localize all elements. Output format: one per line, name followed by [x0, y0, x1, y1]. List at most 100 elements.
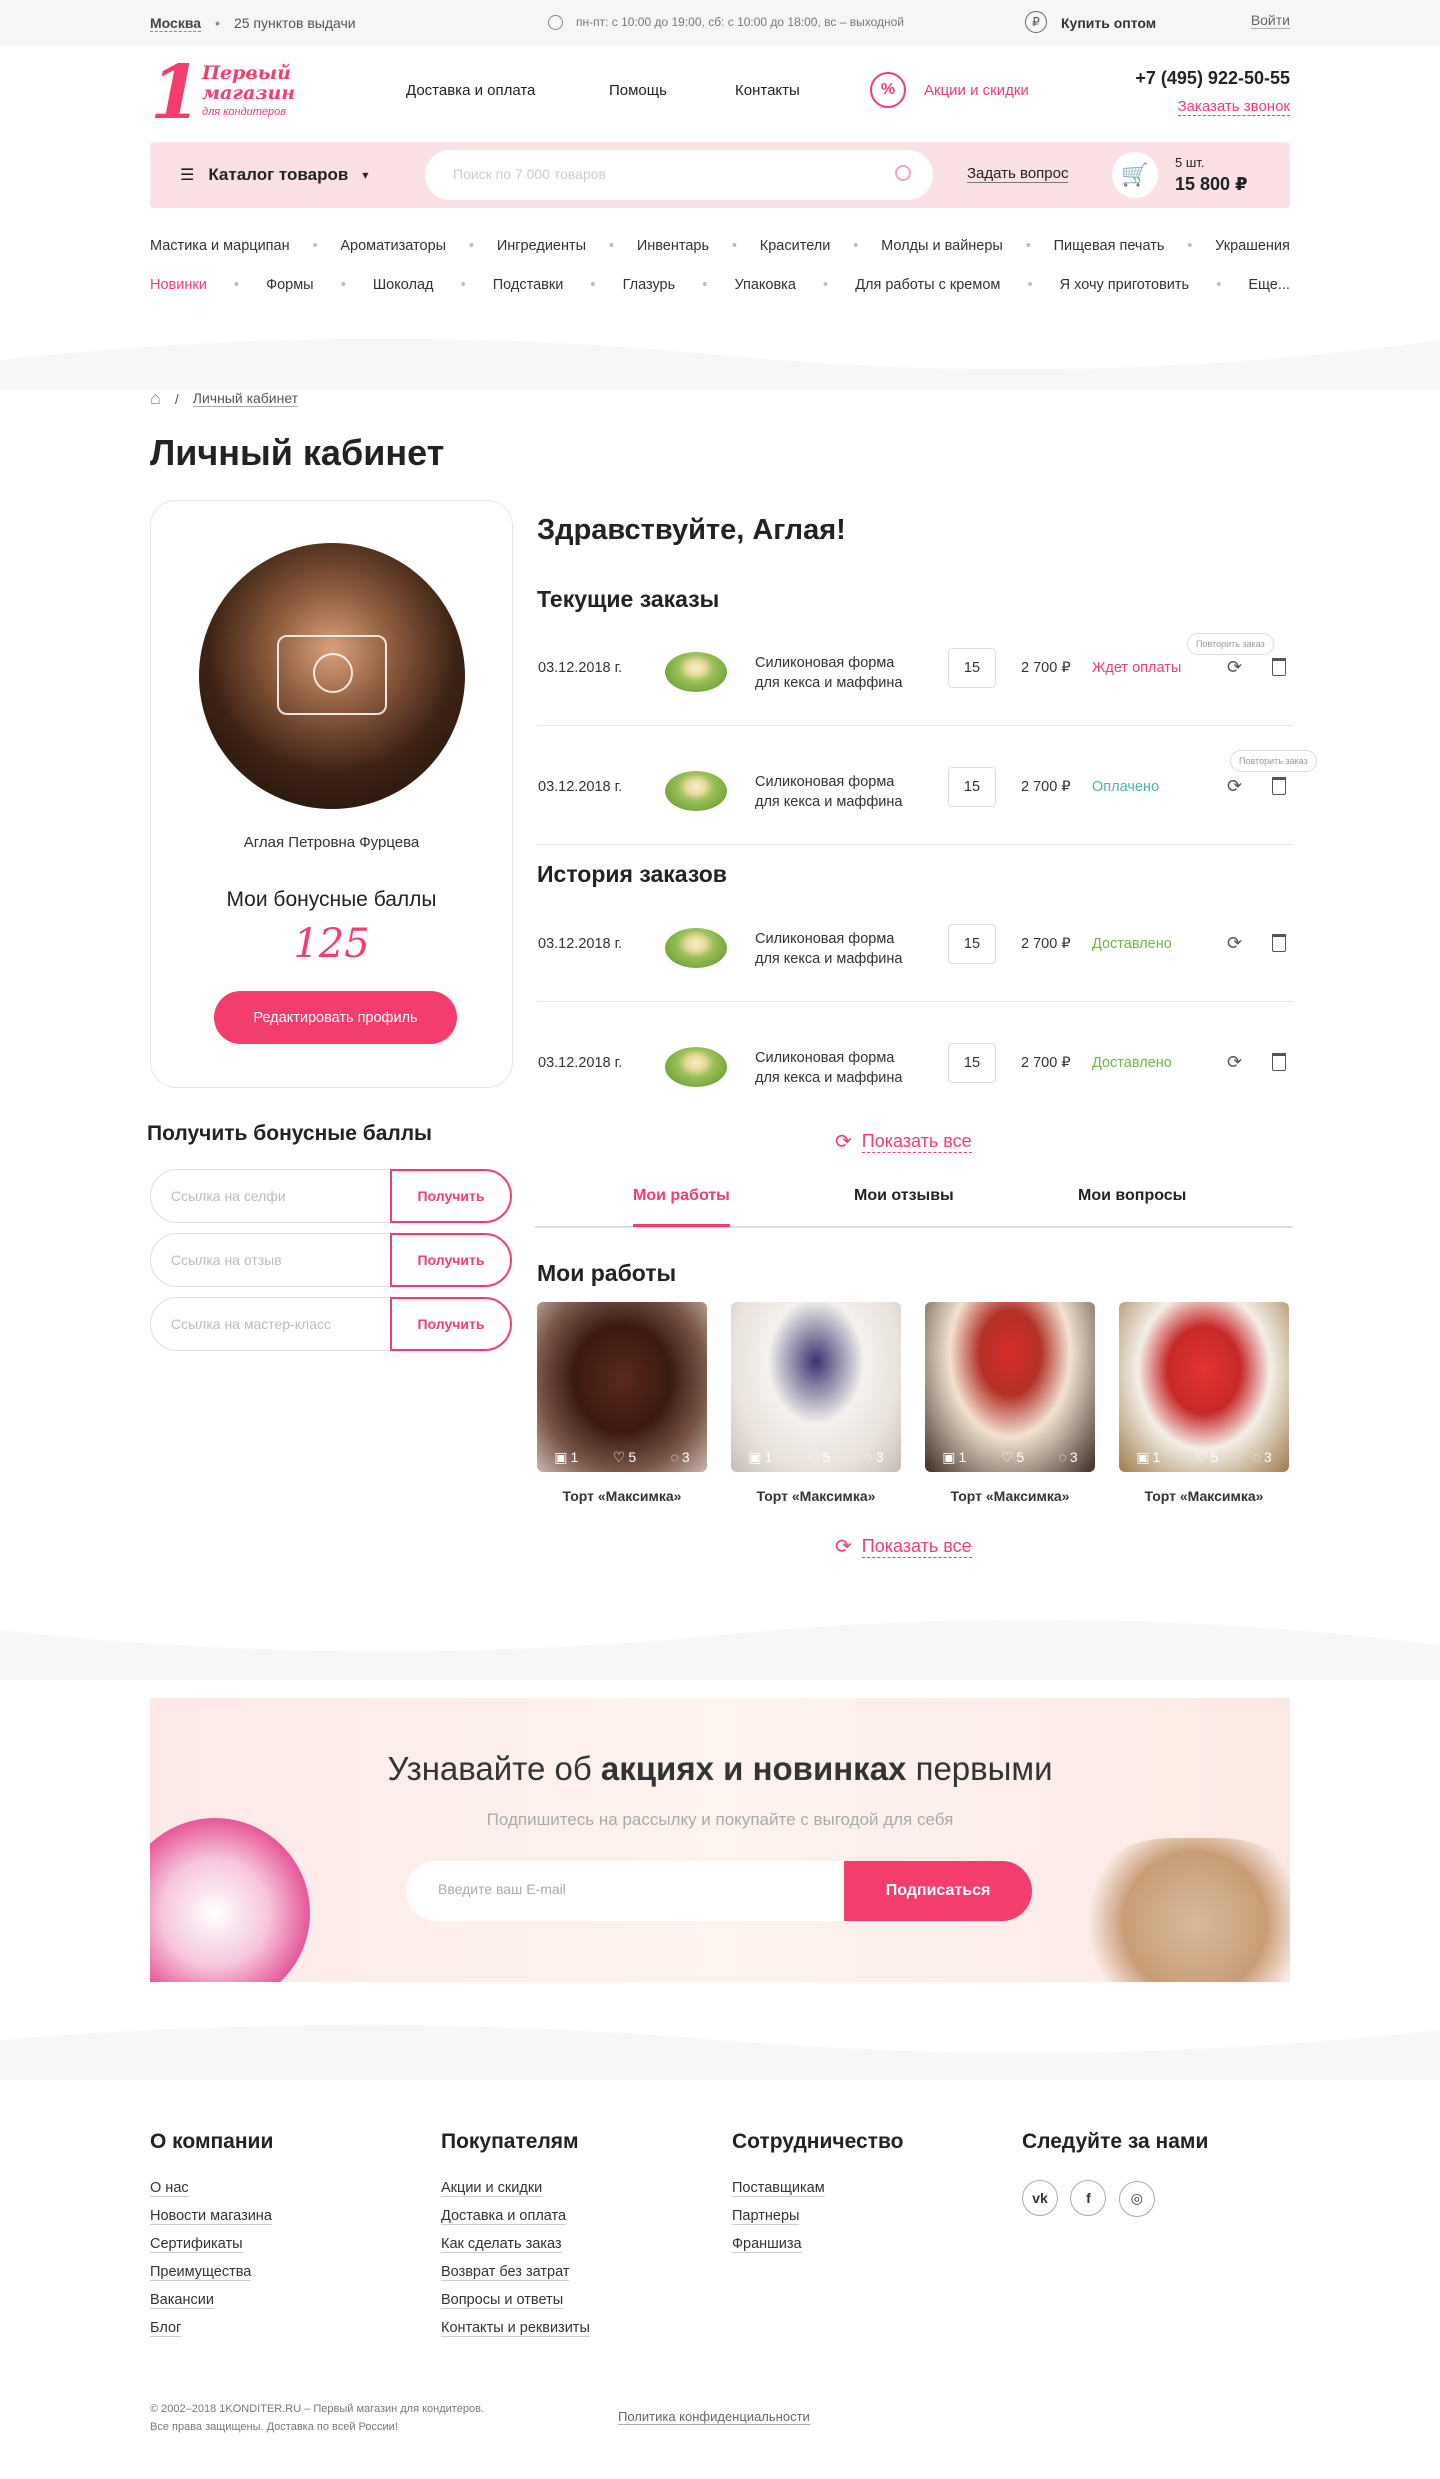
quantity-field[interactable]: 15 [948, 648, 996, 688]
nav-help[interactable]: Помощь [609, 82, 667, 99]
footer-link[interactable]: Сертификаты [150, 2236, 273, 2253]
footer-link[interactable]: Вакансии [150, 2292, 273, 2309]
wholesale-link[interactable]: Купить оптом [1061, 15, 1156, 31]
repeat-icon[interactable]: ⟳ [1227, 777, 1245, 795]
footer-link[interactable]: Акции и скидки [441, 2180, 590, 2197]
footer-partners: Сотрудничество Поставщикам Партнеры Франшиз… [732, 2130, 903, 2264]
catalog-button[interactable]: ☰ Каталог товаров ▾ [180, 142, 368, 208]
bonus-link-input[interactable]: Ссылка на селфи [150, 1169, 390, 1223]
work-card[interactable]: ▣ 1 ♡ 5 ◌ 3 Торт «Максимка» [731, 1302, 901, 1504]
vk-icon[interactable]: vk [1022, 2180, 1058, 2216]
category-link[interactable]: Для работы с кремом [855, 277, 1000, 293]
facebook-icon[interactable]: f [1070, 2180, 1107, 2216]
product-name[interactable]: Силиконовая форма для кекса и маффина [755, 1048, 902, 1088]
orders-show-all[interactable]: ⟳ Показать все [835, 1129, 972, 1154]
footer-link[interactable]: Контакты и реквизиты [441, 2320, 590, 2337]
get-bonus-button[interactable]: Получить [390, 1297, 512, 1351]
works-show-all[interactable]: ⟳ Показать все [835, 1534, 972, 1559]
bonus-link-input[interactable]: Ссылка на мастер-класс [150, 1297, 390, 1351]
cart-icon[interactable]: 🛒 [1112, 152, 1158, 198]
category-link[interactable]: Ингредиенты [497, 238, 586, 254]
product-thumbnail[interactable] [657, 646, 735, 698]
email-input-extension[interactable] [706, 1861, 844, 1921]
privacy-link[interactable]: Политика конфиденциальности [618, 2409, 810, 2425]
edit-profile-button[interactable]: Редактировать профиль [214, 991, 457, 1044]
footer-link[interactable]: Доставка и оплата [441, 2208, 590, 2225]
category-link[interactable]: Шоколад [373, 277, 434, 293]
repeat-icon[interactable]: ⟳ [1227, 1053, 1245, 1071]
category-link[interactable]: Я хочу приготовить [1060, 277, 1189, 293]
bonus-link-input[interactable]: Ссылка на отзыв [150, 1233, 390, 1287]
work-image[interactable]: ▣ 1 ♡ 5 ◌ 3 [731, 1302, 901, 1472]
footer-link[interactable]: Возврат без затрат [441, 2264, 590, 2281]
footer-link-label: Новости магазина [150, 2208, 272, 2225]
home-icon[interactable]: ⌂ [150, 388, 161, 409]
footer-link[interactable]: Поставщикам [732, 2180, 903, 2197]
subscribe-button[interactable]: Подписаться [844, 1861, 1032, 1921]
get-bonus-button[interactable]: Получить [390, 1169, 512, 1223]
search-icon[interactable] [895, 165, 911, 181]
category-link[interactable]: Красители [760, 238, 831, 254]
city-select[interactable]: Москва [150, 15, 202, 32]
footer-link[interactable]: Преимущества [150, 2264, 273, 2281]
tab-works[interactable]: Мои работы [633, 1187, 730, 1227]
trash-icon[interactable] [1272, 1053, 1286, 1071]
nav-contacts[interactable]: Контакты [735, 82, 800, 99]
work-image[interactable]: ▣ 1 ♡ 5 ◌ 3 [925, 1302, 1095, 1472]
footer-link[interactable]: О нас [150, 2180, 273, 2197]
ask-question-link[interactable]: Задать вопрос [967, 165, 1069, 183]
product-name[interactable]: Силиконовая форма для кекса и маффина [755, 929, 902, 969]
work-card[interactable]: ▣ 1 ♡ 5 ◌ 3 Торт «Максимка» [1119, 1302, 1289, 1504]
repeat-icon[interactable]: ⟳ [1227, 658, 1245, 676]
category-link[interactable]: Формы [266, 277, 314, 293]
footer-link[interactable]: Блог [150, 2320, 273, 2337]
category-link[interactable]: Молды и вайнеры [881, 238, 1003, 254]
category-link[interactable]: Пищевая печать [1054, 238, 1165, 254]
category-link[interactable]: Ароматизаторы [340, 238, 446, 254]
work-image[interactable]: ▣ 1 ♡ 5 ◌ 3 [537, 1302, 707, 1472]
login-link[interactable]: Войти [1250, 12, 1290, 29]
category-link[interactable]: Новинки [150, 277, 207, 293]
trash-icon[interactable] [1272, 777, 1286, 795]
footer-link[interactable]: Партнеры [732, 2208, 903, 2225]
footer-link[interactable]: Как сделать заказ [441, 2236, 590, 2253]
product-thumbnail[interactable] [657, 765, 735, 817]
work-card[interactable]: ▣ 1 ♡ 5 ◌ 3 Торт «Максимка» [925, 1302, 1095, 1504]
breadcrumb-current[interactable]: Личный кабинет [192, 390, 299, 407]
product-thumbnail[interactable] [657, 1041, 735, 1093]
work-card[interactable]: ▣ 1 ♡ 5 ◌ 3 Торт «Максимка» [537, 1302, 707, 1504]
pickup-points-link[interactable]: 25 пунктов выдачи [234, 15, 356, 31]
email-input[interactable]: Введите ваш E-mail [406, 1861, 706, 1921]
get-bonus-button[interactable]: Получить [390, 1233, 512, 1287]
tab-reviews[interactable]: Мои отзывы [854, 1187, 954, 1205]
footer-link[interactable]: Новости магазина [150, 2208, 273, 2225]
avatar[interactable] [199, 543, 465, 809]
nav-delivery[interactable]: Доставка и оплата [406, 82, 535, 99]
category-link[interactable]: Глазурь [623, 277, 676, 293]
trash-icon[interactable] [1272, 658, 1286, 676]
repeat-icon[interactable]: ⟳ [1227, 934, 1245, 952]
quantity-field[interactable]: 15 [948, 924, 996, 964]
footer-link[interactable]: Вопросы и ответы [441, 2292, 590, 2309]
phone[interactable]: +7 (495) 922-50-55 [1135, 68, 1290, 89]
product-name[interactable]: Силиконовая форма для кекса и маффина [755, 772, 902, 812]
tab-questions[interactable]: Мои вопросы [1078, 1187, 1186, 1205]
work-image[interactable]: ▣ 1 ♡ 5 ◌ 3 [1119, 1302, 1289, 1472]
category-link[interactable]: Инвентарь [637, 238, 709, 254]
nav-promo[interactable]: Акции и скидки [924, 82, 1029, 99]
category-link[interactable]: Еще... [1248, 277, 1290, 293]
category-link[interactable]: Мастика и марципан [150, 238, 290, 254]
product-name[interactable]: Силиконовая форма для кекса и маффина [755, 653, 902, 693]
instagram-icon[interactable]: ◎ [1118, 2180, 1155, 2217]
category-link[interactable]: Упаковка [734, 277, 795, 293]
category-link[interactable]: Подставки [493, 277, 564, 293]
trash-icon[interactable] [1272, 934, 1286, 952]
callback-link[interactable]: Заказать звонок [1177, 98, 1290, 116]
category-link[interactable]: Украшения [1215, 238, 1290, 254]
product-thumbnail[interactable] [657, 922, 735, 974]
quantity-field[interactable]: 15 [948, 1043, 996, 1083]
search-input[interactable]: Поиск по 7 000 товаров [425, 150, 933, 200]
logo[interactable]: 1 Первый магазин для кондитеров [150, 46, 300, 141]
footer-link[interactable]: Франшиза [732, 2236, 903, 2253]
quantity-field[interactable]: 15 [948, 767, 996, 807]
